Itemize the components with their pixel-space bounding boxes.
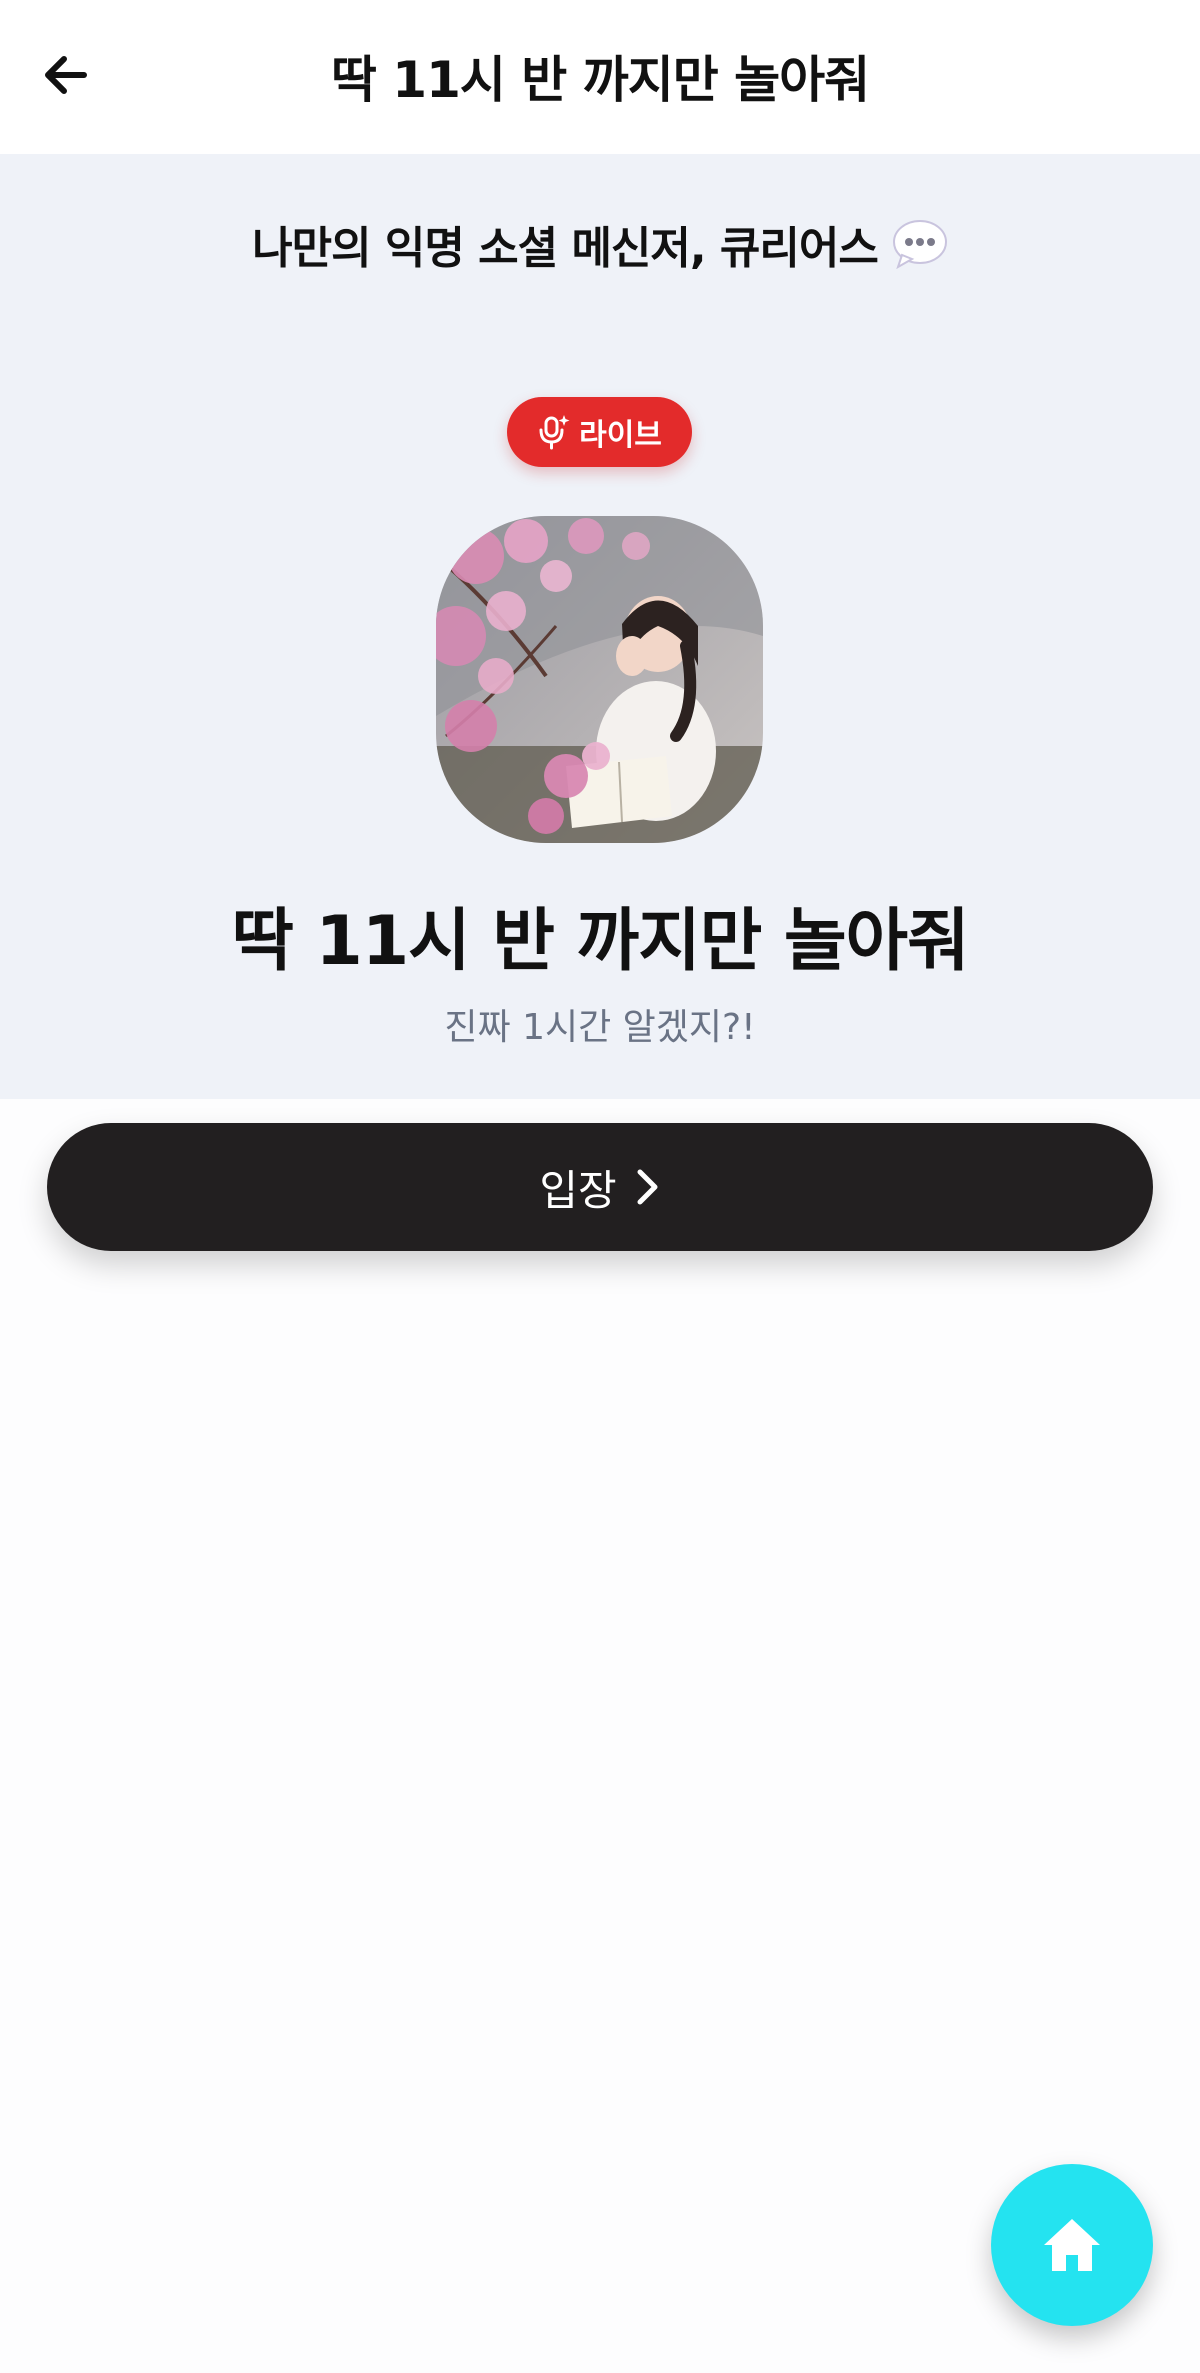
microphone-sparkle-icon bbox=[539, 415, 570, 450]
home-icon bbox=[1044, 2219, 1100, 2271]
page: 딱 11시 반 까지만 놀아줘 나만의 익명 소셜 메신저, 큐리어스 라이브 … bbox=[0, 0, 1200, 2373]
page-title: 딱 11시 반 까지만 놀아줘 bbox=[330, 51, 870, 109]
speech-bubble-icon bbox=[892, 219, 948, 270]
live-badge-label: 라이브 bbox=[579, 418, 662, 453]
live-badge: 라이브 bbox=[507, 397, 692, 467]
chevron-right-icon bbox=[637, 1169, 658, 1205]
home-button[interactable] bbox=[991, 2164, 1153, 2326]
promo-text: 나만의 익명 소셜 메신저, 큐리어스 bbox=[252, 223, 879, 274]
room-title: 딱 11시 반 까지만 놀아줘 bbox=[231, 901, 969, 981]
promo-banner: 나만의 익명 소셜 메신저, 큐리어스 bbox=[0, 209, 1200, 279]
room-subtitle: 진짜 1시간 알겠지?! bbox=[444, 1007, 756, 1048]
back-button[interactable] bbox=[30, 40, 100, 110]
top-bar: 딱 11시 반 까지만 놀아줘 bbox=[0, 0, 1200, 154]
room-avatar bbox=[436, 516, 763, 843]
arrow-left-icon bbox=[45, 56, 87, 94]
enter-button[interactable]: 입장 bbox=[47, 1123, 1153, 1251]
enter-button-label: 입장 bbox=[539, 1165, 617, 1215]
room-hero: 나만의 익명 소셜 메신저, 큐리어스 라이브 딱 11시 반 까지만 놀아줘 … bbox=[0, 154, 1200, 1099]
